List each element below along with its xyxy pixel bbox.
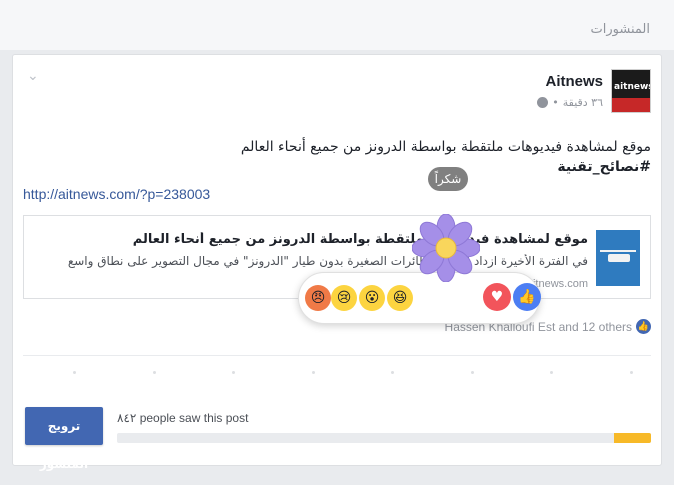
surprised-face-icon[interactable]: 😮 (359, 285, 385, 311)
post-link[interactable]: http://aitnews.com/?p=238003 (23, 186, 210, 202)
thumb-up-icon[interactable]: 👍 (513, 283, 541, 311)
preview-title: موقع لمشاهدة فيديوهات ملتقطة بواسطة الدر… (132, 232, 588, 247)
sad-face-icon[interactable]: 😢 (331, 285, 357, 311)
action-dot (391, 371, 395, 374)
hashtag-link[interactable]: #نصائح_تقنية (131, 157, 651, 177)
aitnews-logo: aitnews (614, 82, 651, 92)
drone-arm (600, 250, 636, 252)
post-meta: ٣٦ دقيقة • (537, 96, 603, 109)
drone-icon (608, 254, 630, 262)
reach-text: ٨٤٢ people saw this post (117, 411, 248, 425)
page-avatar[interactable]: aitnews (611, 69, 651, 113)
action-dot (73, 371, 76, 374)
post-card: ⌄ aitnews Aitnews ٣٦ دقيقة • موقع لمشاهد… (12, 54, 662, 471)
chevron-down-icon[interactable]: ⌄ (27, 69, 41, 83)
action-dot (232, 371, 236, 374)
preview-description: في الفترة الأخيرة ازداد انتشار الطائرات … (68, 254, 588, 268)
boost-post-button[interactable]: ترويج المنشور (25, 407, 103, 471)
reach-bar (117, 433, 651, 443)
action-dot (629, 371, 633, 374)
post-text: موقع لمشاهدة فيديوهات ملتقطة بواسطة الدر… (131, 137, 651, 177)
divider (23, 355, 651, 356)
action-dot (550, 371, 554, 374)
action-dot (470, 371, 474, 374)
globe-icon (537, 97, 549, 108)
preview-thumbnail (596, 230, 640, 286)
like-icon: 👍 (636, 319, 651, 334)
reach-bar-fill (613, 433, 651, 443)
reaction-tooltip: شكراً (428, 167, 468, 191)
reach-label: people saw this post (139, 411, 249, 425)
post-body: موقع لمشاهدة فيديوهات ملتقطة بواسطة الدر… (240, 139, 651, 155)
heart-icon[interactable]: ♥ (483, 283, 511, 311)
action-dot (311, 371, 315, 374)
angry-face-icon[interactable]: 😠 (305, 285, 331, 311)
post-timestamp[interactable]: ٣٦ دقيقة (563, 96, 603, 109)
reach-count: ٨٤٢ (117, 411, 137, 425)
action-dot (152, 371, 156, 374)
flower-icon[interactable] (412, 214, 480, 282)
section-title: المنشورات (590, 22, 650, 37)
laughing-face-icon[interactable]: 😆 (387, 285, 413, 311)
meta-separator: • (552, 96, 559, 109)
page-name[interactable]: Aitnews (545, 73, 603, 90)
logo-bar (612, 98, 650, 112)
section-header: المنشورات (0, 0, 674, 50)
action-bar (73, 371, 633, 374)
